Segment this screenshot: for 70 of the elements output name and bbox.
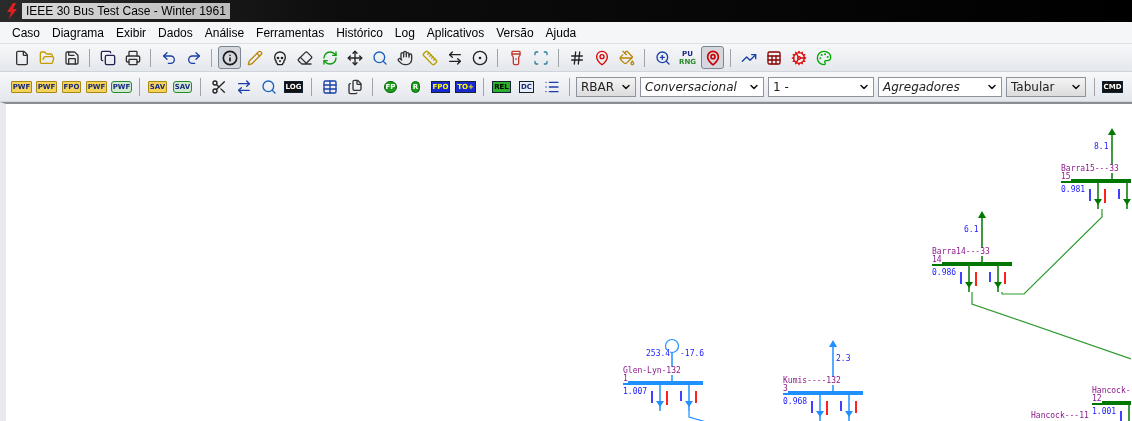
- bus-number: 12: [1092, 395, 1102, 403]
- eraser-icon: [296, 49, 313, 66]
- move-icon: [346, 49, 363, 66]
- dropdown[interactable]: Tabular: [1006, 76, 1086, 97]
- bus-name: Barra14---33: [932, 248, 990, 256]
- zoom-window-icon: [654, 49, 671, 66]
- pages-icon: [346, 78, 363, 95]
- undo-icon: [160, 49, 177, 66]
- scissors-icon: [210, 78, 227, 95]
- dropdown[interactable]: Conversacional: [640, 76, 764, 97]
- load-value: 2.3: [836, 355, 851, 363]
- copy-icon: [99, 49, 116, 66]
- bus-number: 14: [932, 256, 942, 264]
- skull-icon: [271, 49, 288, 66]
- bus-voltage: 1.007: [623, 388, 648, 396]
- menu-item[interactable]: Exibir: [110, 25, 153, 40]
- dropdown[interactable]: RBAR: [576, 76, 636, 97]
- gear-icon: [790, 49, 807, 66]
- load-value: 6.1: [964, 226, 979, 234]
- menu-item[interactable]: Diagrama: [46, 25, 111, 40]
- table-icon: [321, 78, 338, 95]
- hand-icon: [396, 49, 413, 66]
- generation-value: -17.6: [680, 350, 705, 358]
- bus-name: Hancock-: [1092, 387, 1131, 395]
- lightning-logo-icon: [6, 3, 18, 19]
- bus-voltage: 0.968: [783, 398, 808, 406]
- bus-number: 15: [1061, 173, 1071, 181]
- double-arrow-icon: [446, 49, 463, 66]
- menu-item[interactable]: Dados: [152, 25, 199, 40]
- bus-number: 1: [623, 375, 628, 383]
- search-icon: [371, 49, 388, 66]
- save-icon: [63, 49, 80, 66]
- bus-name: Kumis----132: [783, 377, 841, 385]
- generation-value: 253.4: [646, 350, 671, 358]
- node-icon: [471, 49, 488, 66]
- bus-name: Glen-Lyn-132: [623, 367, 681, 375]
- merge-arrows-icon: [235, 78, 252, 95]
- dropdown[interactable]: 1 -: [768, 76, 874, 97]
- refresh-icon: [321, 49, 338, 66]
- dropdown[interactable]: Agregadores: [878, 76, 1002, 97]
- fit-view-icon: [532, 49, 549, 66]
- new-file-icon: [13, 49, 30, 66]
- print-icon: [124, 49, 141, 66]
- search-icon: [260, 78, 277, 95]
- info-button[interactable]: [218, 46, 241, 69]
- menu-item[interactable]: Ferramentas: [250, 25, 331, 40]
- menu-item[interactable]: Ajuda: [539, 25, 583, 40]
- grid-icon: [568, 49, 585, 66]
- menu-item[interactable]: Análise: [198, 25, 251, 40]
- load-value: 8.1: [1094, 143, 1109, 151]
- pin-icon: [593, 49, 610, 66]
- bus-voltage: 1.001: [1092, 408, 1117, 416]
- open-folder-icon: [38, 49, 55, 66]
- ruler-icon: [421, 49, 438, 66]
- bus-name: Hancock---11: [1031, 412, 1089, 420]
- menu-item[interactable]: Aplicativos: [420, 25, 491, 40]
- bus-name: Barra15---33: [1061, 165, 1119, 173]
- bus-voltage: 0.981: [1061, 186, 1086, 194]
- bus-voltage: 0.986: [932, 269, 957, 277]
- window-title: IEEE 30 Bus Test Case - Winter 1961: [22, 3, 230, 19]
- menu-item[interactable]: Log: [388, 25, 421, 40]
- info-icon: [221, 49, 238, 66]
- bus-number: 3: [783, 385, 788, 393]
- paint-bucket-icon: [618, 49, 635, 66]
- menu-item[interactable]: Histórico: [330, 25, 389, 40]
- menu-item[interactable]: Caso: [6, 25, 46, 40]
- color-map-icon: [815, 49, 832, 66]
- redo-icon: [185, 49, 202, 66]
- menu-item[interactable]: Versão: [490, 25, 540, 40]
- pencil-icon: [246, 49, 263, 66]
